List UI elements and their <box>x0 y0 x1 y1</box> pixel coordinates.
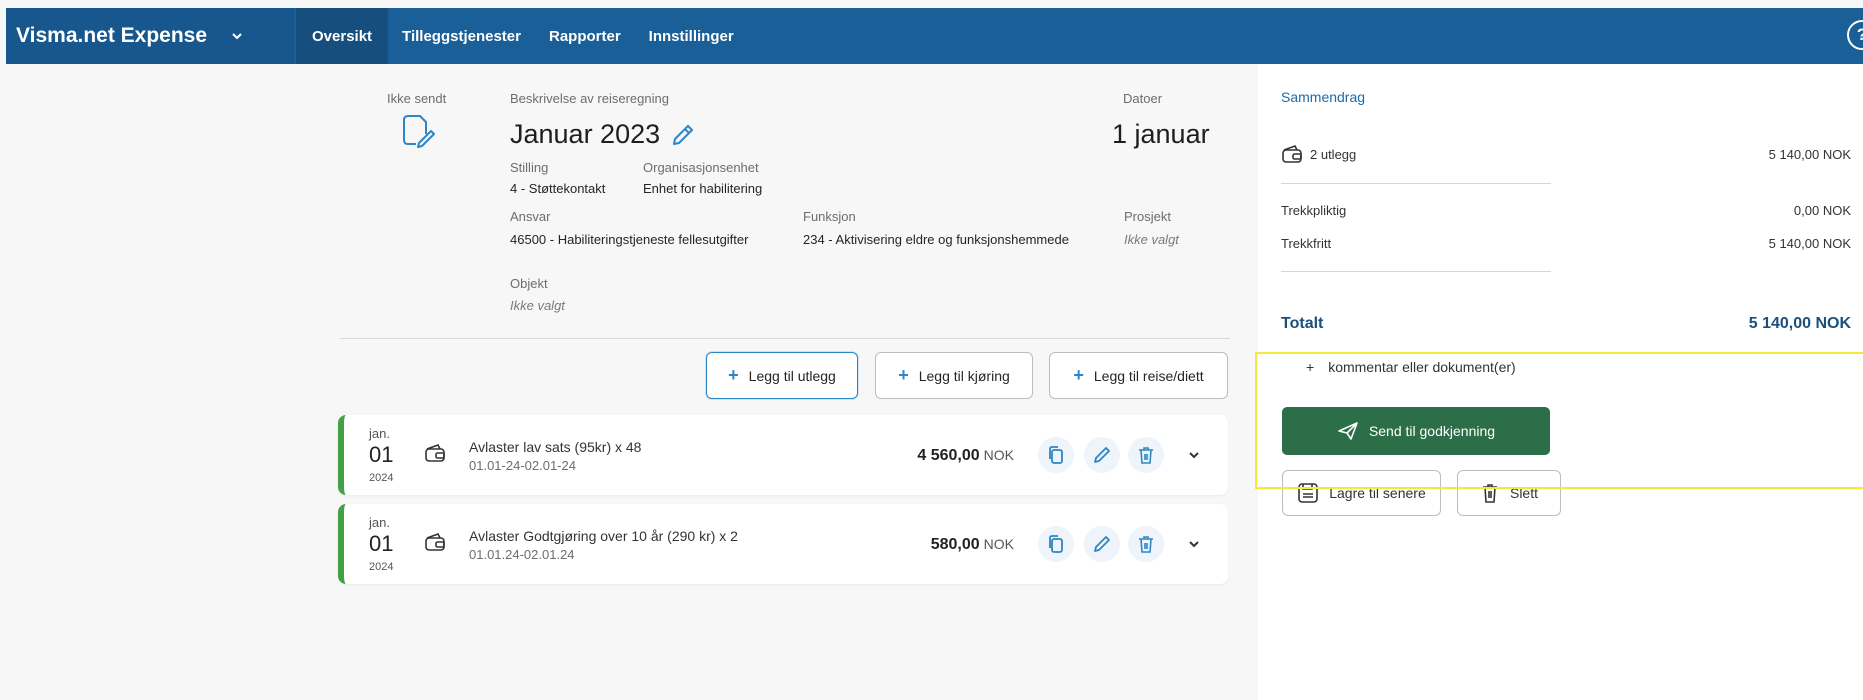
add-travel-label: Legg til reise/diett <box>1093 367 1204 384</box>
section-divider <box>340 338 1230 339</box>
prosjekt-value: Ikke valgt <box>1124 232 1179 247</box>
expense-range: 01.01.24-02.01.24 <box>469 547 575 562</box>
ansvar-value: 46500 - Habiliteringstjeneste fellesutgi… <box>510 232 749 247</box>
copy-button[interactable] <box>1038 437 1074 473</box>
chevron-down-icon <box>232 33 242 40</box>
report-title-text: Januar 2023 <box>510 119 661 149</box>
expense-description: Avlaster lav sats (95kr) x 48 <box>469 439 642 455</box>
edit-button[interactable] <box>1084 437 1120 473</box>
nav-oversikt[interactable]: Oversikt <box>296 8 389 64</box>
expense-amount: 4 560,00 NOK <box>917 447 1014 465</box>
summary-divider <box>1281 183 1551 184</box>
expense-year: 2024 <box>369 561 394 573</box>
expense-description: Avlaster Godtgjøring over 10 år (290 kr)… <box>469 528 738 544</box>
taxfree-value: 5 140,00 NOK <box>1768 236 1851 251</box>
taxfree-label: Trekkfritt <box>1281 236 1332 251</box>
dates-value: 1 januar <box>1112 119 1210 149</box>
expense-count: 2 utlegg <box>1310 147 1357 162</box>
plus-icon: + <box>1073 365 1084 385</box>
expense-row[interactable]: jan. 01 2024 Avlaster lav sats (95kr) x … <box>338 415 1228 495</box>
nav-rapporter[interactable]: Rapporter <box>535 8 635 64</box>
expense-count-value: 5 140,00 NOK <box>1768 147 1851 162</box>
expense-day: 01 <box>369 442 394 467</box>
expense-row[interactable]: jan. 01 2024 Avlaster Godtgjøring over 1… <box>338 504 1228 584</box>
delete-button[interactable] <box>1128 526 1164 562</box>
trash-icon <box>1139 536 1153 553</box>
expense-year: 2024 <box>369 472 394 484</box>
stilling-label: Stilling <box>510 160 549 175</box>
plus-icon: + <box>898 365 909 385</box>
chevron-down-icon[interactable] <box>1188 538 1200 550</box>
dates-label: Datoer <box>1123 91 1163 106</box>
nav-tilleggstjenester[interactable]: Tilleggstjenester <box>388 8 535 64</box>
nav-innstillinger[interactable]: Innstillinger <box>635 8 748 64</box>
top-nav-bar: Visma.net Expense Oversikt Tilleggstjene… <box>6 8 1863 64</box>
taxable-label: Trekkpliktig <box>1281 203 1347 218</box>
org-value: Enhet for habilitering <box>643 181 763 196</box>
total-value: 5 140,00 NOK <box>1748 315 1851 332</box>
wallet-icon <box>425 444 445 462</box>
plus-icon: + <box>728 365 739 385</box>
annotation-highlight <box>1255 352 1863 489</box>
brand-name: Visma.net Expense <box>16 24 208 47</box>
add-driving-label: Legg til kjøring <box>918 367 1010 384</box>
expense-amount: 580,00 NOK <box>931 536 1014 554</box>
funksjon-value: 234 - Aktivisering eldre og funksjonshem… <box>803 232 1069 247</box>
expense-month: jan. <box>369 515 390 530</box>
objekt-value: Ikke valgt <box>510 298 565 313</box>
chevron-down-icon[interactable] <box>1188 449 1200 461</box>
expense-range: 01.01-24-02.01-24 <box>469 458 576 473</box>
expense-currency: NOK <box>983 536 1014 552</box>
summary-title: Sammendrag <box>1281 89 1366 105</box>
expense-month: jan. <box>369 426 390 441</box>
pencil-icon <box>1094 447 1110 463</box>
org-label: Organisasjonsenhet <box>643 160 759 175</box>
pencil-icon <box>1094 536 1110 552</box>
wallet-icon <box>1282 145 1302 163</box>
help-icon[interactable]: ? <box>1847 20 1863 50</box>
main-nav: Oversikt Tilleggstjenester Rapporter Inn… <box>296 8 748 64</box>
add-expense-label: Legg til utlegg <box>748 367 836 384</box>
prosjekt-label: Prosjekt <box>1124 209 1171 224</box>
add-travel-button[interactable]: + Legg til reise/diett <box>1049 352 1228 399</box>
total-label: Totalt <box>1281 315 1324 332</box>
summary-divider <box>1281 271 1551 272</box>
add-expense-button[interactable]: + Legg til utlegg <box>706 352 858 399</box>
wallet-icon <box>425 533 445 551</box>
expense-amount-value: 580,00 <box>930 536 980 553</box>
stilling-value: 4 - Støttekontakt <box>510 181 606 196</box>
copy-icon <box>1049 535 1063 553</box>
expense-amount-value: 4 560,00 <box>917 447 980 464</box>
funksjon-label: Funksjon <box>803 209 856 224</box>
objekt-label: Objekt <box>510 276 548 291</box>
expense-day: 01 <box>369 531 394 556</box>
app-switcher[interactable]: Visma.net Expense <box>6 8 294 64</box>
edit-button[interactable] <box>1084 526 1120 562</box>
add-driving-button[interactable]: + Legg til kjøring <box>875 352 1033 399</box>
copy-button[interactable] <box>1038 526 1074 562</box>
taxable-value: 0,00 NOK <box>1793 203 1851 218</box>
draft-document-icon <box>403 115 435 148</box>
ansvar-label: Ansvar <box>510 209 551 224</box>
trash-icon <box>1139 447 1153 464</box>
delete-button[interactable] <box>1128 437 1164 473</box>
description-label: Beskrivelse av reiseregning <box>510 91 669 106</box>
copy-icon <box>1049 446 1063 464</box>
edit-title-icon[interactable] <box>670 122 696 148</box>
report-title: Januar 2023 <box>510 119 696 150</box>
status-label: Ikke sendt <box>387 91 447 106</box>
expense-currency: NOK <box>983 447 1014 463</box>
